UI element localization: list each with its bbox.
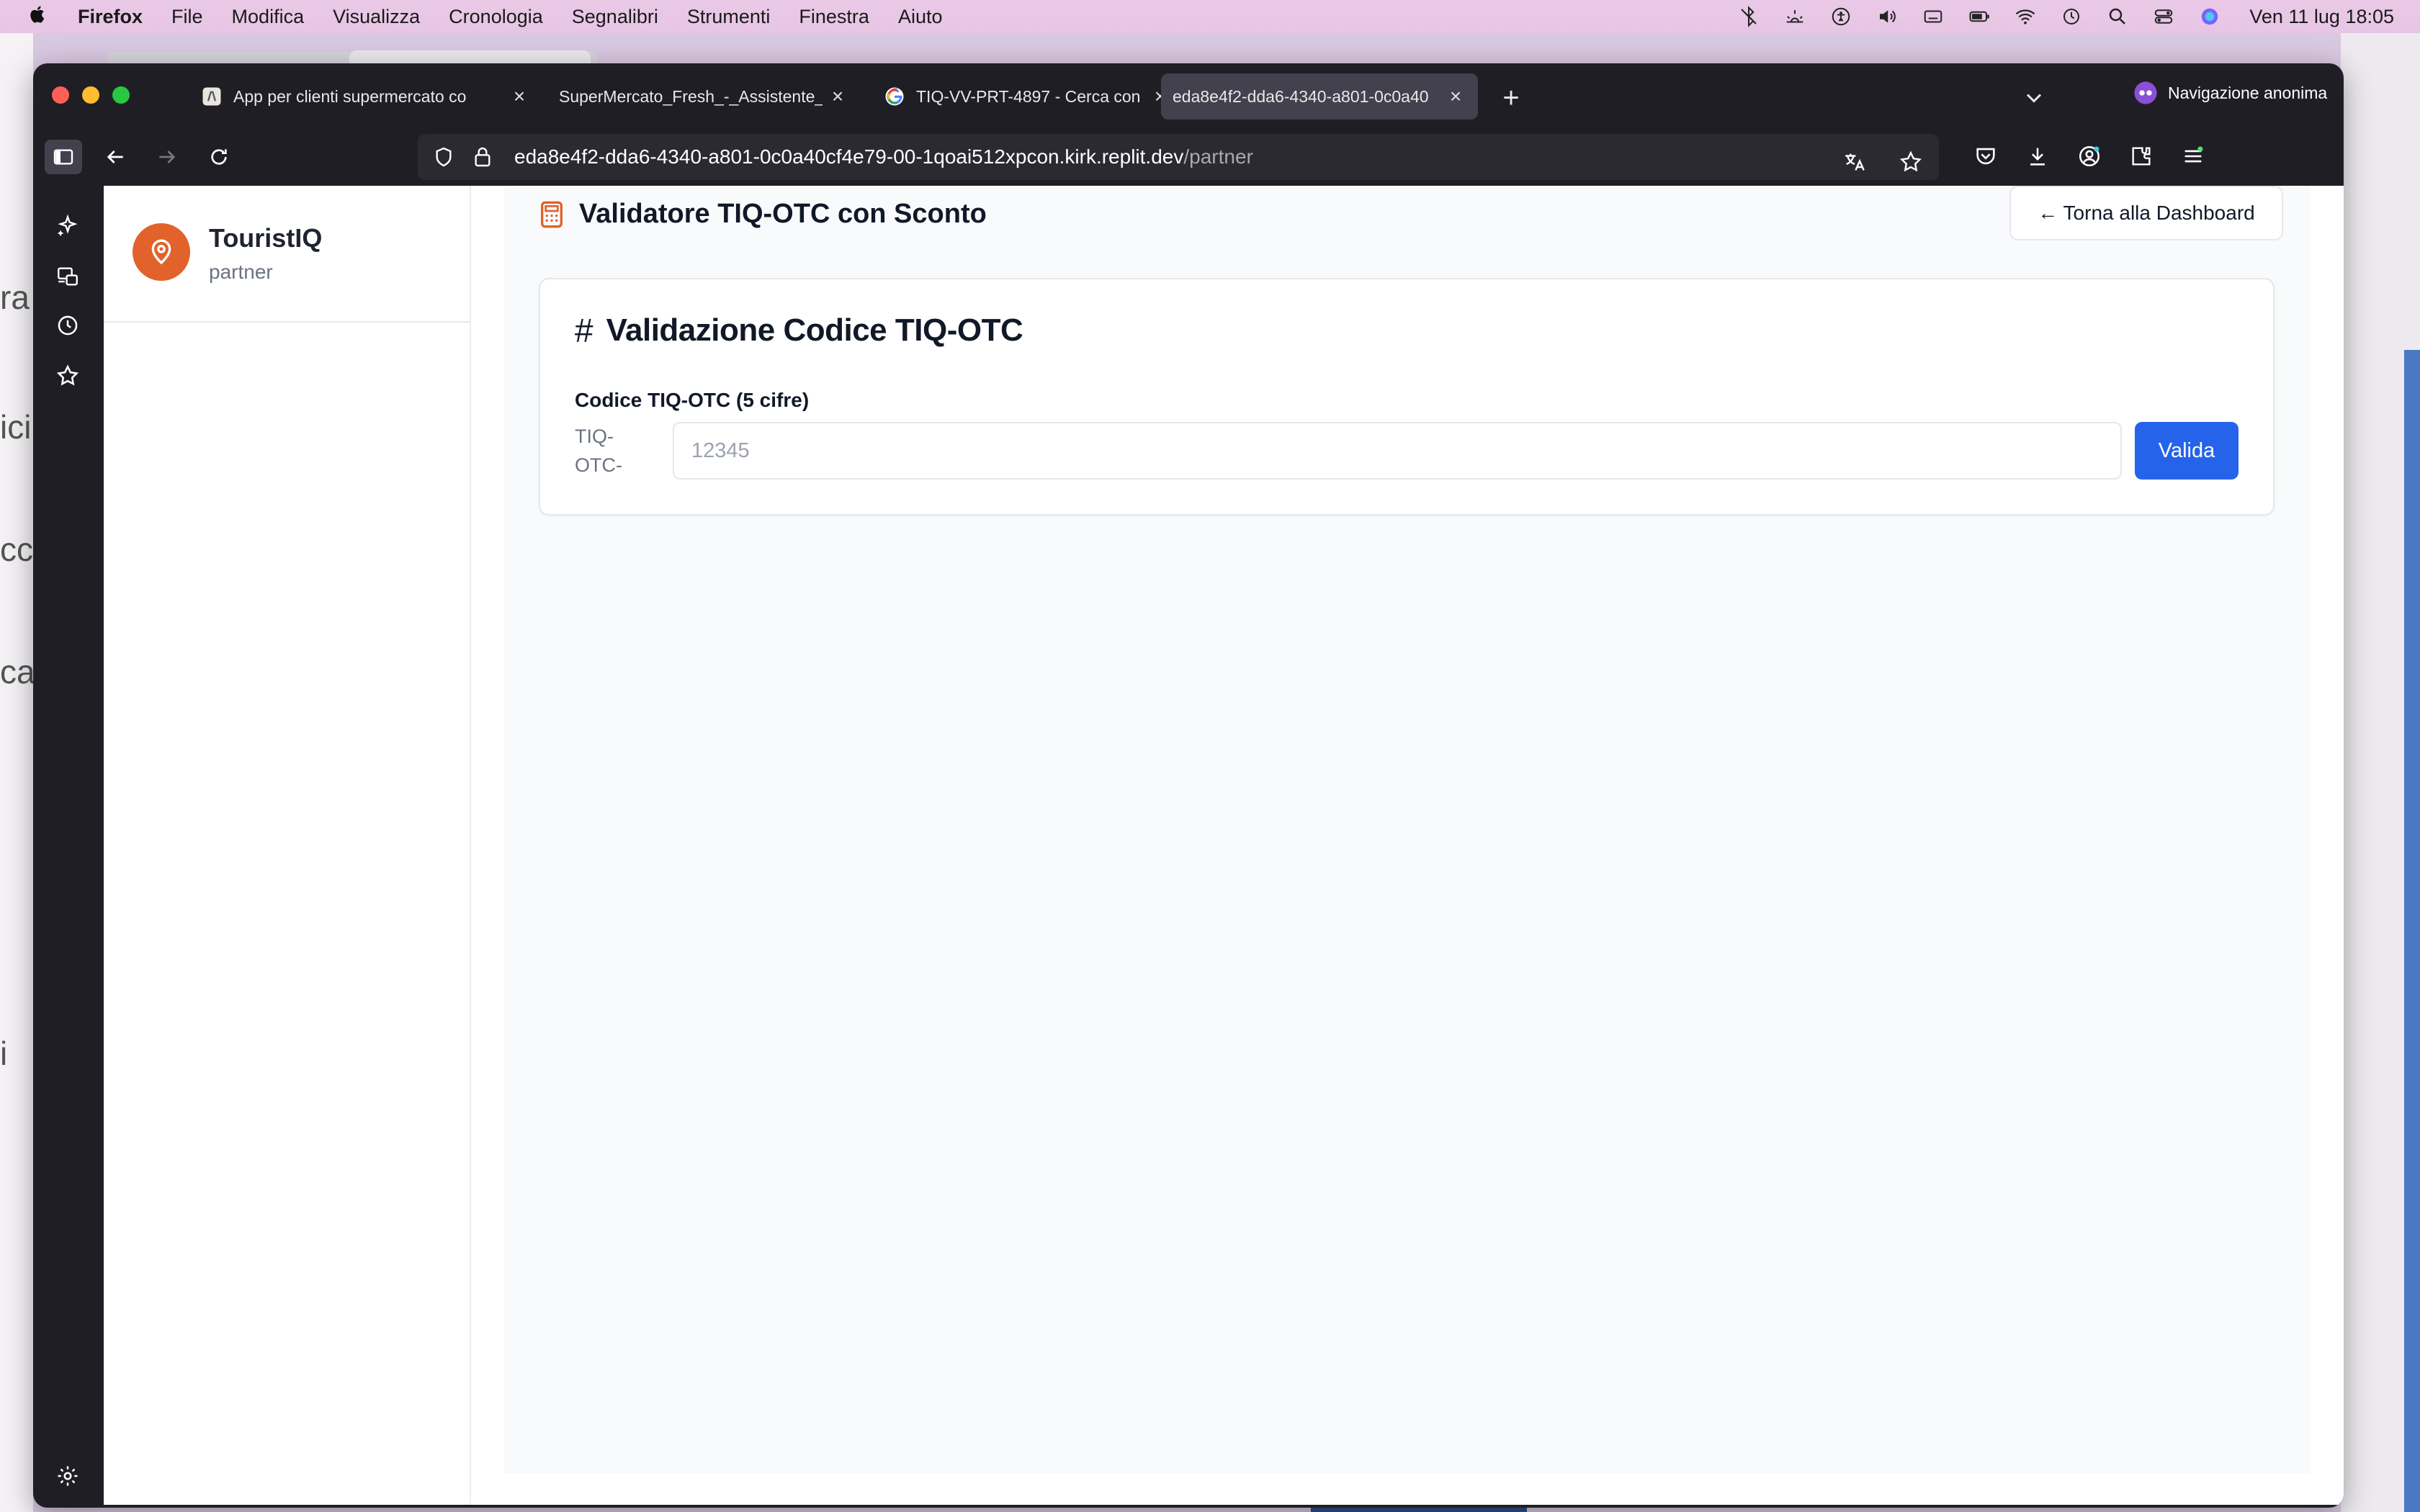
synced-tabs-icon[interactable] [52, 261, 84, 292]
downloads-icon[interactable] [2020, 138, 2056, 174]
menu-finestra[interactable]: Finestra [799, 6, 869, 28]
url-text[interactable]: eda8e4f2-dda6-4340-a801-0c0a40cf4e79-00-… [514, 145, 1253, 168]
card-title: Validazione Codice TIQ-OTC [606, 312, 1023, 348]
brand-name: TouristIQ [209, 223, 323, 253]
calculator-icon [541, 201, 563, 228]
user-role: partner [209, 261, 273, 283]
code-field-label: Codice TIQ-OTC (5 cifre) [575, 389, 810, 411]
menubar-clock[interactable]: Ven 11 lug 18:05 [2249, 6, 2394, 28]
volume-icon[interactable] [1876, 6, 1898, 27]
minimize-window-button[interactable] [82, 86, 99, 104]
sunrise-icon[interactable] [1784, 6, 1806, 27]
accessibility-icon[interactable] [1830, 6, 1852, 27]
translate-icon[interactable] [1837, 144, 1873, 180]
card-header: # Validazione Codice TIQ-OTC [575, 311, 1023, 350]
tracking-shield-icon[interactable] [432, 145, 455, 168]
page-header: Validatore TIQ-OTC con Sconto [539, 199, 987, 230]
menu-segnalibri[interactable]: Segnalibri [572, 6, 658, 28]
background-map-strip [2404, 350, 2420, 1512]
page-title: Validatore TIQ-OTC con Sconto [579, 199, 987, 229]
code-prefix: TIQ-OTC- [575, 426, 622, 476]
menu-cronologia[interactable]: Cronologia [449, 6, 543, 28]
app-sidebar: TouristIQ partner [104, 186, 471, 1505]
fullscreen-window-button[interactable] [112, 86, 130, 104]
map-pin-icon [133, 223, 190, 281]
private-mask-icon [2134, 81, 2157, 104]
tab-google-search[interactable]: TIQ-VV-PRT-4897 - Cerca con G × [871, 73, 1183, 120]
menu-file[interactable]: File [171, 6, 203, 28]
close-window-button[interactable] [52, 86, 69, 104]
window-controls [52, 86, 130, 104]
background-window-right [2341, 33, 2420, 1512]
main-content: Validatore TIQ-OTC con Sconto ← Torna al… [471, 186, 2344, 1505]
account-icon[interactable] [2071, 138, 2107, 174]
time-machine-icon[interactable] [2061, 6, 2082, 27]
apple-menu-icon[interactable] [27, 4, 49, 30]
menu-aiuto[interactable]: Aiuto [898, 6, 943, 28]
tab-title: App per clienti supermercato co [233, 86, 467, 106]
claude-favicon-icon [200, 85, 223, 108]
menu-app-name[interactable]: Firefox [78, 6, 143, 28]
status-area: Ven 11 lug 18:05 [1738, 0, 2394, 33]
app-menu-icon[interactable] [2175, 138, 2211, 174]
brand-header: TouristIQ partner [104, 186, 471, 323]
tab-title: eda8e4f2-dda6-4340-a801-0c0a40 [1173, 86, 1429, 106]
url-path: /partner [1183, 145, 1253, 168]
tab-bar: App per clienti supermercato co × SuperM… [33, 63, 2344, 128]
new-tab-button[interactable]: + [1497, 82, 1525, 114]
browser-window: App per clienti supermercato co × SuperM… [33, 63, 2344, 1508]
hash-icon: # [575, 312, 593, 349]
menu-modifica[interactable]: Modifica [232, 6, 305, 28]
web-page: TouristIQ partner Validatore TIQ-OTC con… [104, 186, 2344, 1505]
google-favicon-icon [883, 85, 906, 108]
bookmark-star-icon[interactable] [1893, 144, 1929, 180]
menu-strumenti[interactable]: Strumenti [687, 6, 771, 28]
reload-icon[interactable] [200, 140, 238, 174]
bluetooth-off-icon[interactable] [1738, 6, 1760, 27]
tab-close-icon[interactable]: × [827, 85, 848, 108]
browser-sidebar [33, 186, 104, 1508]
siri-icon[interactable] [2199, 6, 2220, 27]
tab-list-chevron-down-icon[interactable] [2021, 85, 2047, 111]
menu-visualizza[interactable]: Visualizza [333, 6, 420, 28]
tab-close-icon[interactable]: × [508, 85, 530, 108]
tab-replit-partner-active[interactable]: eda8e4f2-dda6-4340-a801-0c0a40 × [1161, 73, 1478, 120]
macos-menubar: Firefox File Modifica Visualizza Cronolo… [0, 0, 2420, 33]
spotlight-search-icon[interactable] [2107, 6, 2128, 27]
extensions-icon[interactable] [2123, 138, 2159, 174]
sidebar-toggle-icon[interactable] [45, 140, 82, 174]
keyboard-icon[interactable] [1922, 6, 1944, 27]
content-area: Validatore TIQ-OTC con Sconto ← Torna al… [504, 186, 2311, 1473]
tab-title: TIQ-VV-PRT-4897 - Cerca con G [916, 86, 1145, 106]
private-label: Navigazione anonima [2168, 83, 2328, 102]
url-bar[interactable]: eda8e4f2-dda6-4340-a801-0c0a40cf4e79-00-… [418, 134, 1939, 180]
tab-title: SuperMercato_Fresh_-_Assistente_ [559, 86, 823, 106]
validate-button[interactable]: Valida [2135, 422, 2238, 480]
bookmarks-star-icon[interactable] [52, 360, 84, 392]
sidebar-settings-gear-icon[interactable] [52, 1460, 84, 1492]
url-host: eda8e4f2-dda6-4340-a801-0c0a40cf4e79-00-… [514, 145, 1184, 168]
tab-supermercato-assistente[interactable]: SuperMercato_Fresh_-_Assistente_ × [547, 73, 860, 120]
pocket-icon[interactable] [1968, 138, 2004, 174]
tab-supermercato-app[interactable]: App per clienti supermercato co × [189, 73, 542, 120]
forward-arrow-icon[interactable] [148, 140, 186, 174]
background-window-left: ra ici cc ca i [0, 33, 35, 1512]
wifi-icon[interactable] [2015, 6, 2036, 27]
lock-icon[interactable] [471, 145, 494, 168]
private-browsing-indicator: Navigazione anonima [2133, 81, 2327, 105]
ai-chatbot-icon[interactable] [52, 210, 84, 242]
back-to-dashboard-button[interactable]: ← Torna alla Dashboard [2009, 186, 2283, 240]
history-clock-icon[interactable] [52, 310, 84, 341]
back-arrow-icon[interactable] [97, 140, 134, 174]
tiq-otc-code-input[interactable] [673, 422, 2122, 480]
battery-icon[interactable] [1968, 6, 1990, 27]
validation-card: # Validazione Codice TIQ-OTC Codice TIQ-… [539, 278, 2275, 516]
control-center-icon[interactable] [2153, 6, 2174, 27]
toolbar-icons [1968, 138, 2211, 174]
tab-close-icon[interactable]: × [1445, 85, 1466, 108]
